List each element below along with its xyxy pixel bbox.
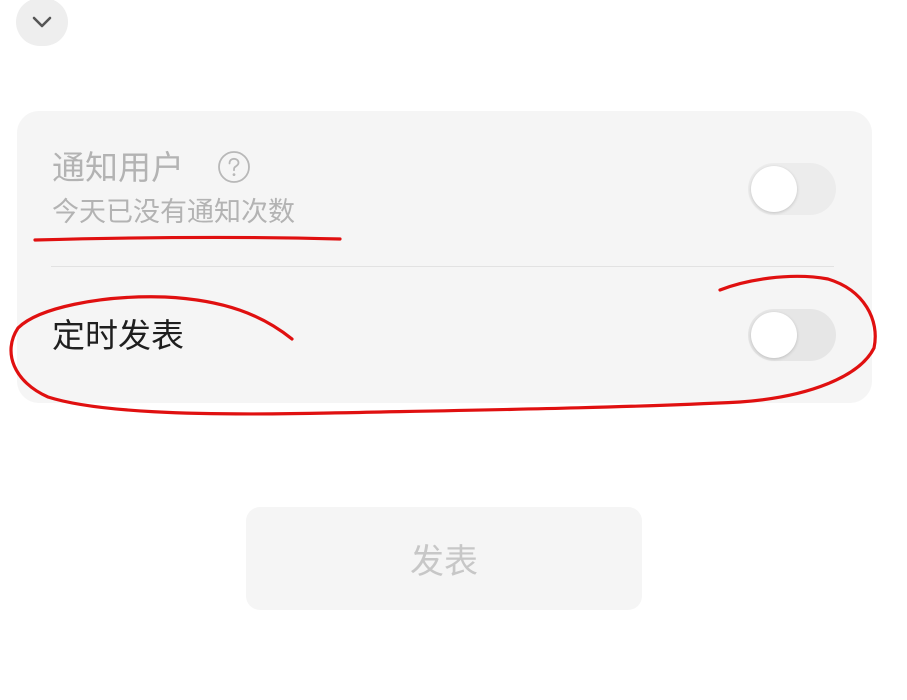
notify-users-sublabel: 今天已没有通知次数 [52,197,295,228]
notify-users-toggle[interactable] [748,163,836,215]
divider [51,266,834,267]
notify-users-label: 通知用户 [52,148,184,187]
publish-button[interactable]: 发表 [246,507,642,610]
scheduled-publish-label: 定时发表 [52,316,184,355]
settings-card: 通知用户 今天已没有通知次数 定时发表 [17,111,872,403]
collapse-button[interactable] [16,0,68,46]
toggle-knob [751,166,797,212]
question-circle-icon[interactable] [217,150,251,184]
toggle-knob [751,312,797,358]
chevron-down-icon [32,16,52,28]
scheduled-publish-toggle[interactable] [748,309,836,361]
